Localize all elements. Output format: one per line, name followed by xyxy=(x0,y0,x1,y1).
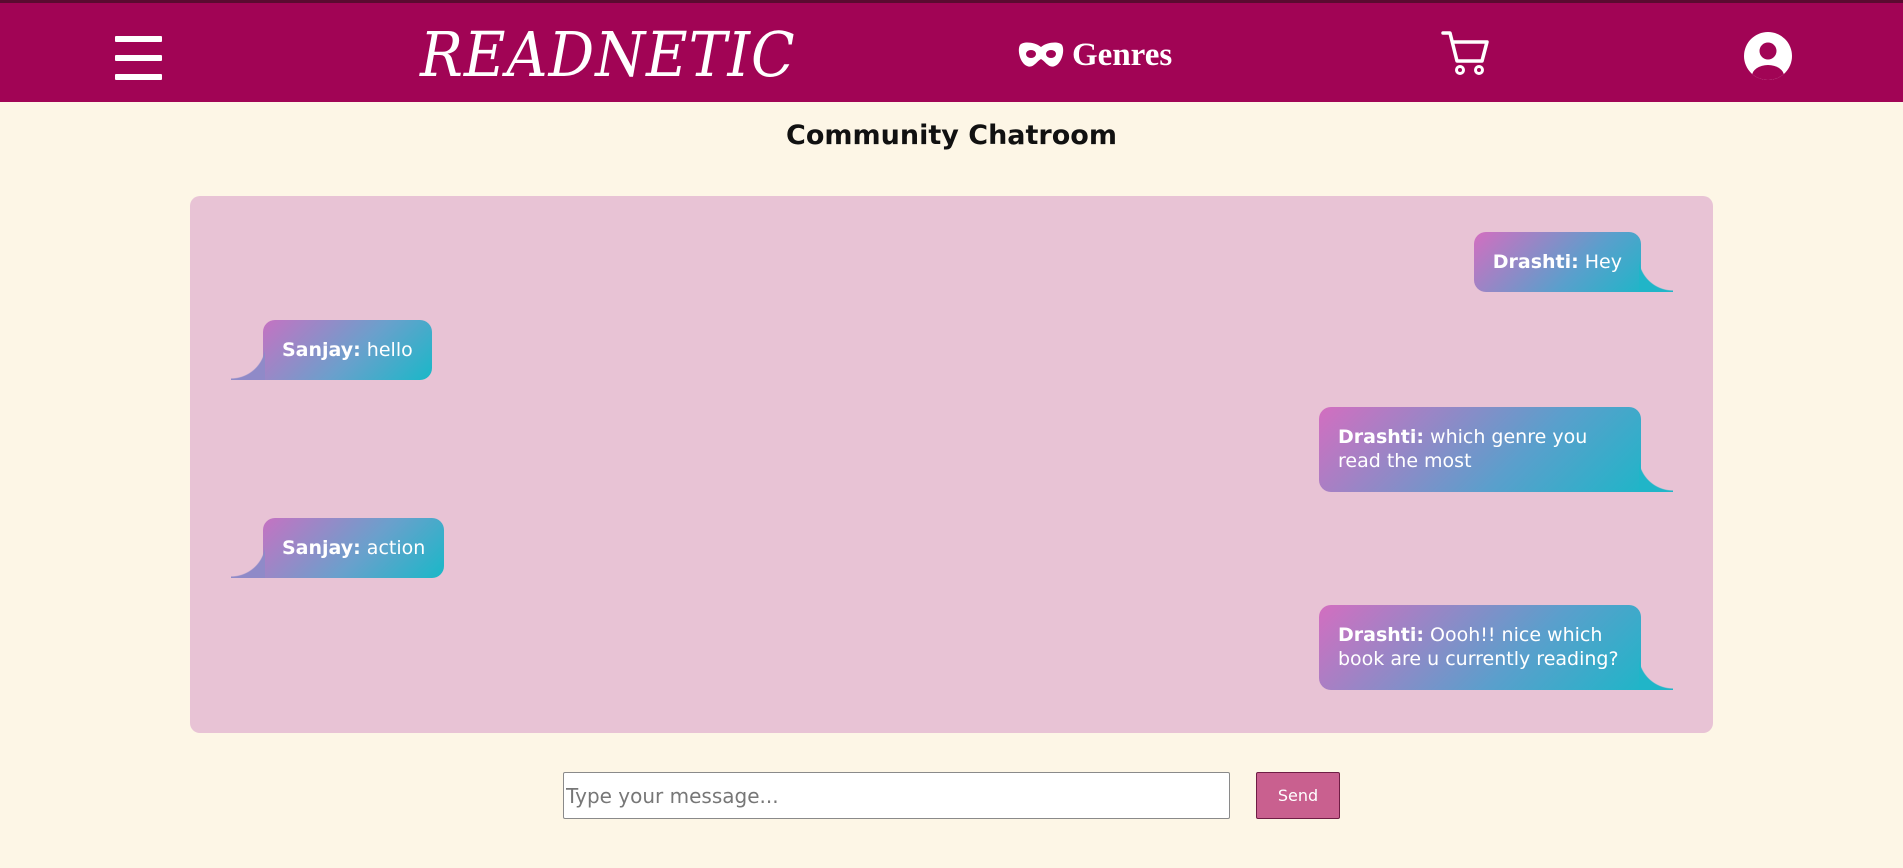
message-text: hello xyxy=(360,339,413,361)
send-button[interactable]: Send xyxy=(1256,772,1340,819)
hamburger-menu-icon[interactable] xyxy=(115,36,162,80)
user-circle-icon xyxy=(1744,32,1792,80)
top-navigation-bar: READNETIC Genres xyxy=(0,0,1903,102)
message-text: Hey xyxy=(1578,251,1622,273)
brand-logo[interactable]: READNETIC xyxy=(420,17,796,93)
mask-icon xyxy=(1018,42,1064,67)
message-sender: Sanjay: xyxy=(282,537,361,559)
message-sender: Drashti: xyxy=(1492,251,1579,273)
cart-button[interactable] xyxy=(1440,28,1490,76)
message-sender: Drashti: xyxy=(1338,426,1424,448)
message-sender: Sanjay: xyxy=(282,339,361,361)
chat-message: Drashti: Oooh!! nice which book are u cu… xyxy=(1319,605,1641,690)
message-sender: Drashti: xyxy=(1338,624,1424,646)
chat-message: Drashti: which genre you read the most xyxy=(1319,407,1641,492)
message-text: action xyxy=(360,537,426,559)
cart-icon xyxy=(1441,31,1489,75)
chat-message: Sanjay: hello xyxy=(263,320,432,380)
genres-label: Genres xyxy=(1072,36,1173,73)
page-title: Community Chatroom xyxy=(786,120,1117,151)
user-profile-button[interactable] xyxy=(1744,32,1792,80)
chat-message: Drashti: Hey xyxy=(1473,232,1641,292)
message-input[interactable] xyxy=(563,772,1230,819)
chat-message: Sanjay: action xyxy=(263,518,445,578)
chat-messages-panel[interactable]: Drashti: Hey Sanjay: hello Drashti: whic… xyxy=(190,196,1713,733)
genres-nav-link[interactable]: Genres xyxy=(1018,33,1172,77)
